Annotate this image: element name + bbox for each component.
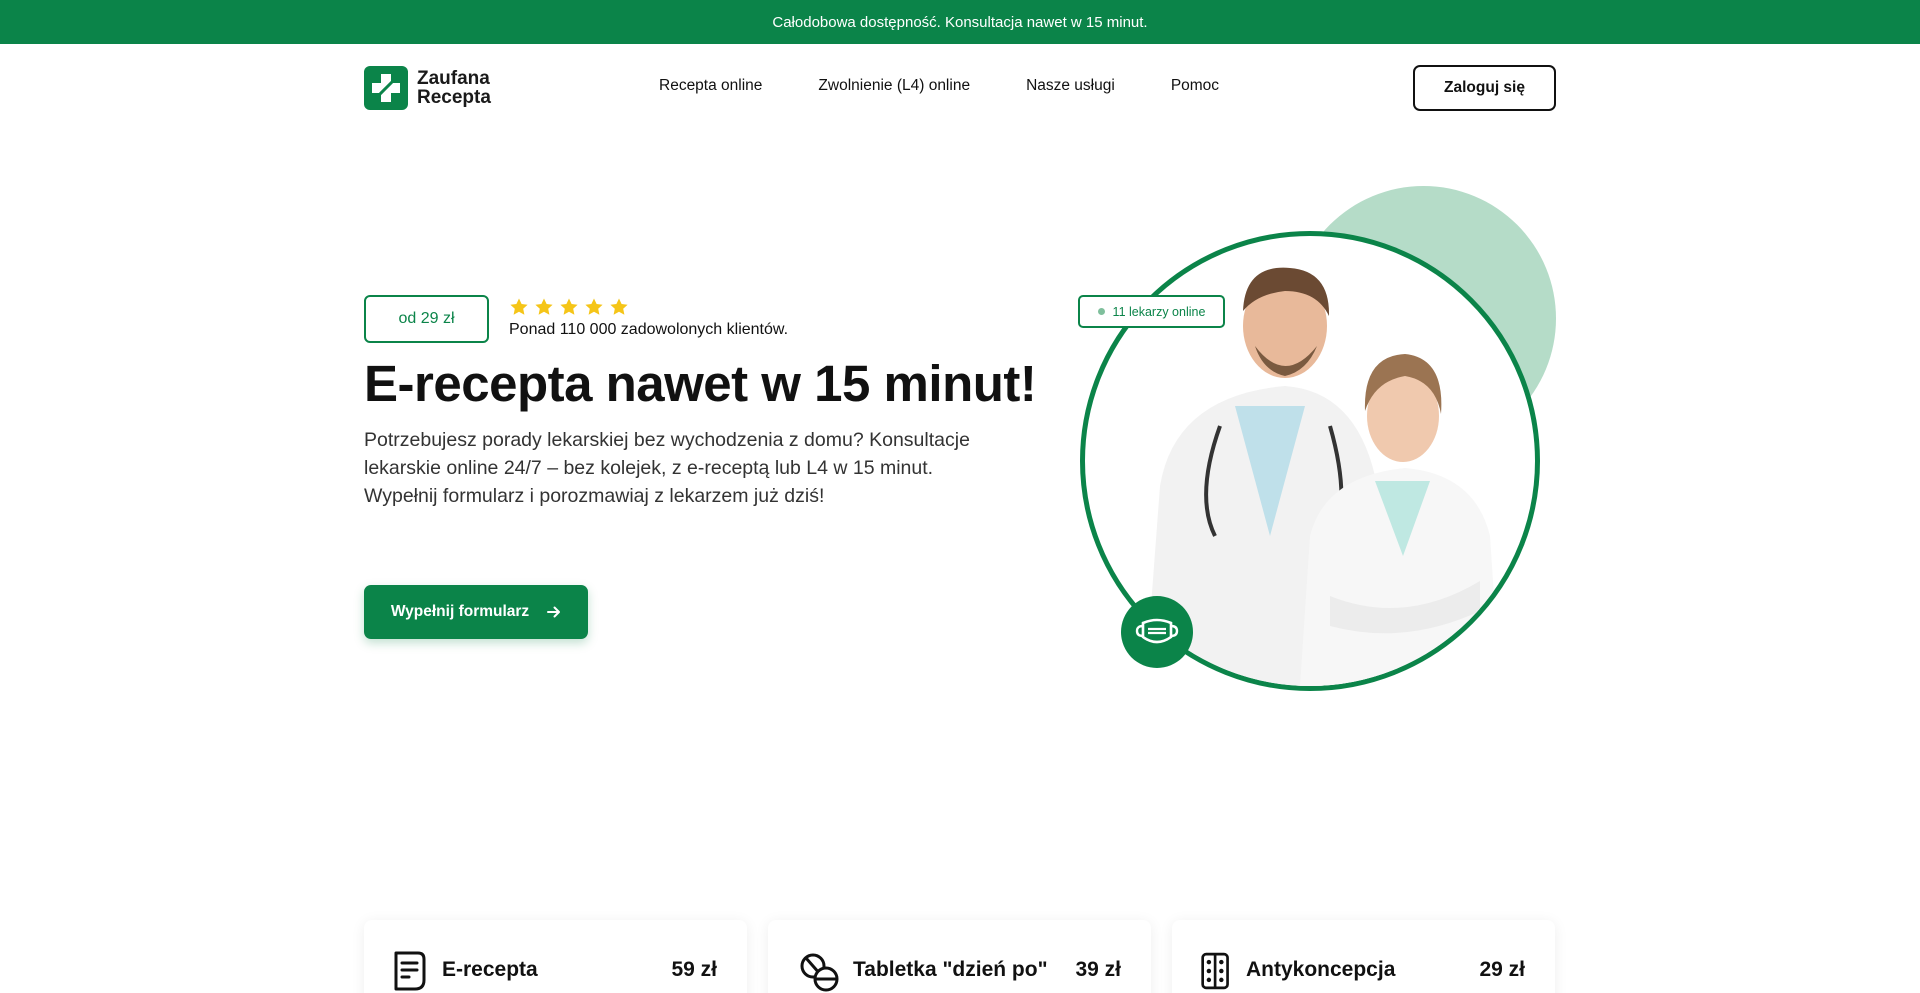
- online-status-dot-icon: [1097, 308, 1105, 315]
- logo-text: Zaufana Recepta: [417, 69, 491, 107]
- rating-stars: [509, 297, 629, 317]
- service-title: Tabletka "dzień po": [853, 958, 1048, 981]
- star-icon: [610, 298, 628, 315]
- service-price: 59 zł: [671, 958, 717, 981]
- service-card-tabletka-dzien-po[interactable]: Tabletka "dzień po" 39 zł: [768, 920, 1151, 993]
- logo-line-1: Zaufana: [417, 68, 490, 89]
- cross-logo-icon: [364, 66, 408, 110]
- logo-line-2: Recepta: [417, 87, 491, 108]
- star-icon: [510, 298, 528, 315]
- arrow-right-icon: [547, 606, 561, 618]
- services-list: E-recepta 59 zł Tabletka "dzień po" 39 z…: [364, 920, 1555, 993]
- medical-mask-icon: [1121, 596, 1193, 668]
- logo[interactable]: Zaufana Recepta: [364, 66, 491, 110]
- prescription-document-icon: [394, 951, 426, 991]
- service-title: E-recepta: [442, 958, 538, 981]
- announcement-text: Całodobowa dostępność. Konsultacja nawet…: [772, 13, 1148, 31]
- service-card-e-recepta[interactable]: E-recepta 59 zł: [364, 920, 747, 993]
- price-badge: od 29 zł: [364, 295, 489, 343]
- login-button[interactable]: Zaloguj się: [1413, 65, 1556, 111]
- nav-nasze-uslugi[interactable]: Nasze usługi: [1026, 77, 1115, 95]
- nav-recepta-online[interactable]: Recepta online: [659, 77, 762, 95]
- star-icon: [585, 298, 603, 315]
- doctors-online-text: 11 lekarzy online: [1112, 304, 1206, 319]
- hero-description: Potrzebujesz porady lekarskiej bez wycho…: [364, 429, 970, 507]
- site-header: Zaufana Recepta Recepta online Zwolnieni…: [0, 44, 1920, 130]
- pills-icon: [800, 953, 839, 992]
- doctors-online-badge: 11 lekarzy online: [1078, 295, 1225, 328]
- nav-pomoc[interactable]: Pomoc: [1171, 77, 1219, 95]
- hero-title: E-recepta nawet w 15 minut!: [364, 355, 1037, 412]
- service-price: 39 zł: [1075, 958, 1121, 981]
- star-icon: [560, 298, 578, 315]
- pill-blister-icon: [1201, 952, 1229, 990]
- fill-form-label: Wypełnij formularz: [390, 603, 530, 620]
- nav-zwolnienie-online[interactable]: Zwolnienie (L4) online: [818, 77, 970, 95]
- star-icon: [535, 298, 553, 315]
- clients-count-text: Ponad 110 000 zadowolonych klientów.: [509, 321, 789, 338]
- service-price: 29 zł: [1479, 958, 1525, 981]
- service-title: Antykoncepcja: [1246, 958, 1396, 981]
- service-card-antykoncepcja[interactable]: Antykoncepcja 29 zł: [1172, 920, 1555, 993]
- fill-form-button[interactable]: Wypełnij formularz: [364, 585, 588, 639]
- main-nav: Recepta online Zwolnienie (L4) online Na…: [659, 77, 1219, 95]
- announcement-bar: Całodobowa dostępność. Konsultacja nawet…: [0, 0, 1920, 44]
